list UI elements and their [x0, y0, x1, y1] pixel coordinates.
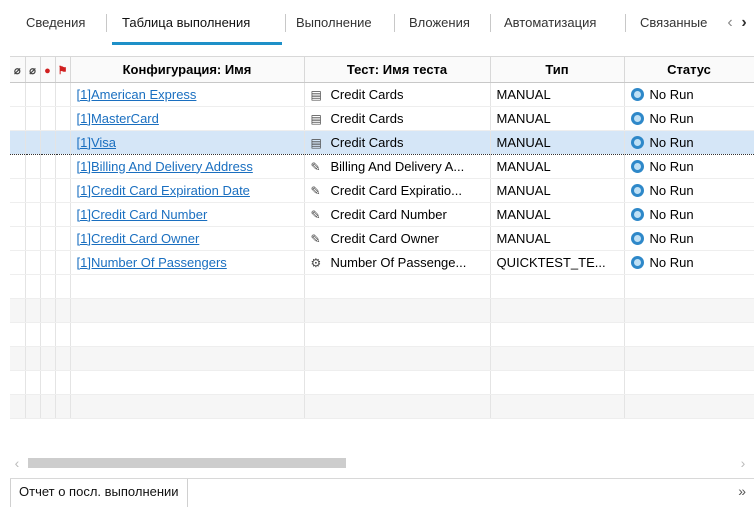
chevron-right-icon[interactable]: › [738, 12, 750, 34]
test-name: Credit Card Owner [330, 230, 439, 246]
pencil-test-icon: ✎ [310, 183, 321, 198]
paperclip-icon: ⌀ [29, 64, 36, 77]
flag-column-header[interactable]: ⚑ [55, 57, 71, 83]
test-name: Credit Cards [330, 134, 404, 150]
type-cell: MANUAL [490, 129, 625, 155]
config-name-link[interactable]: [1]Visa [77, 135, 117, 150]
table-row[interactable]: [1]Credit Card Owner ✎ Credit Card Owner … [10, 226, 754, 251]
column-header-type[interactable]: Тип [490, 57, 625, 83]
scroll-left-icon[interactable]: ‹ [10, 454, 24, 472]
no-run-icon [630, 159, 644, 173]
empty-row [10, 370, 754, 395]
tab-related[interactable]: Связанные [640, 12, 724, 34]
table-row-selected[interactable]: [1]Visa ▤ Credit Cards MANUAL No Run [10, 129, 754, 155]
tab-details[interactable]: Сведения [26, 12, 94, 34]
test-name: Number Of Passenge... [330, 254, 467, 270]
test-name: Credit Cards [330, 86, 404, 102]
tab-attachments[interactable]: Вложения [409, 12, 479, 34]
pencil-test-icon: ✎ [310, 207, 321, 222]
scrollbar-thumb[interactable] [28, 458, 346, 468]
test-name: Credit Card Expiratio... [330, 182, 463, 198]
tab-bar: Сведения Таблица выполнения Выполнение В… [0, 0, 754, 46]
tab-separator [625, 14, 626, 32]
status-text: No Run [649, 182, 694, 198]
alert-column-header[interactable]: ● [40, 57, 56, 83]
no-run-icon [630, 207, 644, 221]
empty-row [10, 322, 754, 347]
type-cell: MANUAL [490, 82, 625, 107]
empty-row [10, 274, 754, 299]
type-cell: MANUAL [490, 202, 625, 227]
grid-header-row: ⌀ ⌀ ● ⚑ Конфигурация: Имя Тест: Имя тест… [10, 57, 754, 83]
no-run-icon [630, 255, 644, 269]
tab-separator [490, 14, 491, 32]
status-text: No Run [649, 254, 694, 270]
config-name-link[interactable]: [1]Credit Card Number [77, 207, 208, 222]
bottom-panel: Отчет о посл. выполнении » [10, 478, 754, 507]
tab-separator [106, 14, 107, 32]
config-name-link[interactable]: [1]Billing And Delivery Address [77, 159, 253, 174]
type-cell: MANUAL [490, 154, 625, 179]
empty-row [10, 394, 754, 419]
config-name-link[interactable]: [1]Credit Card Owner [77, 231, 200, 246]
no-run-icon [630, 135, 644, 149]
table-row[interactable]: [1]MasterCard ▤ Credit Cards MANUAL No Ru… [10, 106, 754, 131]
status-text: No Run [649, 86, 694, 102]
table-row[interactable]: [1]Credit Card Number ✎ Credit Card Numbe… [10, 202, 754, 227]
type-cell: MANUAL [490, 226, 625, 251]
status-text: No Run [649, 158, 694, 174]
tab-separator [394, 14, 395, 32]
type-cell: QUICKTEST_TE... [490, 250, 625, 275]
pencil-test-icon: ✎ [310, 159, 321, 174]
test-name: Credit Card Number [330, 206, 447, 222]
flag-icon: ⚑ [57, 64, 68, 77]
execution-grid: ⌀ ⌀ ● ⚑ Конфигурация: Имя Тест: Имя тест… [10, 56, 754, 451]
manual-test-icon: ▤ [310, 111, 322, 126]
column-header-status[interactable]: Статус [624, 57, 754, 83]
double-chevron-down-icon[interactable]: » [738, 483, 746, 499]
manual-test-icon: ▤ [310, 135, 322, 150]
test-name: Credit Cards [330, 110, 404, 126]
table-row[interactable]: [1]American Express ▤ Credit Cards MANUAL… [10, 82, 754, 107]
column-header-config-name[interactable]: Конфигурация: Имя [70, 57, 305, 83]
paperclip-icon: ⌀ [13, 64, 21, 77]
empty-row [10, 346, 754, 371]
tab-execution[interactable]: Выполнение [296, 12, 382, 34]
pencil-test-icon: ✎ [310, 231, 321, 246]
status-text: No Run [649, 230, 694, 246]
chevron-left-icon[interactable]: ‹ [724, 12, 736, 34]
type-cell: MANUAL [490, 178, 625, 203]
status-text: No Run [649, 110, 694, 126]
tab-separator [285, 14, 286, 32]
empty-row [10, 298, 754, 323]
config-name-link[interactable]: [1]Number Of Passengers [77, 255, 227, 270]
table-row[interactable]: [1]Billing And Delivery Address ✎ Billing… [10, 154, 754, 179]
tab-execution-grid[interactable]: Таблица выполнения [122, 12, 272, 34]
config-name-link[interactable]: [1]Credit Card Expiration Date [77, 183, 250, 198]
attachment2-column-header[interactable]: ⌀ [25, 57, 41, 83]
column-header-test-name[interactable]: Тест: Имя теста [304, 57, 491, 83]
last-run-report-tab[interactable]: Отчет о посл. выполнении [10, 479, 188, 507]
no-run-icon [630, 183, 644, 197]
test-name: Billing And Delivery A... [330, 158, 465, 174]
status-text: No Run [649, 206, 694, 222]
horizontal-scrollbar[interactable]: ‹ › [10, 454, 754, 472]
config-name-link[interactable]: [1]American Express [77, 87, 197, 102]
table-row[interactable]: [1]Number Of Passengers ⚙ Number Of Passe… [10, 250, 754, 275]
active-tab-indicator [112, 42, 282, 45]
table-row[interactable]: [1]Credit Card Expiration Date ✎ Credit C… [10, 178, 754, 203]
status-text: No Run [649, 134, 694, 150]
no-run-icon [630, 111, 644, 125]
scroll-right-icon[interactable]: › [736, 454, 750, 472]
type-cell: MANUAL [490, 106, 625, 131]
config-name-link[interactable]: [1]MasterCard [77, 111, 159, 126]
bell-icon: ● [44, 64, 51, 77]
manual-test-icon: ▤ [310, 87, 322, 102]
automated-test-icon: ⚙ [310, 255, 322, 270]
attachment-column-header[interactable]: ⌀ [10, 57, 26, 83]
no-run-icon [630, 231, 644, 245]
tab-automation[interactable]: Автоматизация [504, 12, 612, 34]
no-run-icon [630, 87, 644, 101]
